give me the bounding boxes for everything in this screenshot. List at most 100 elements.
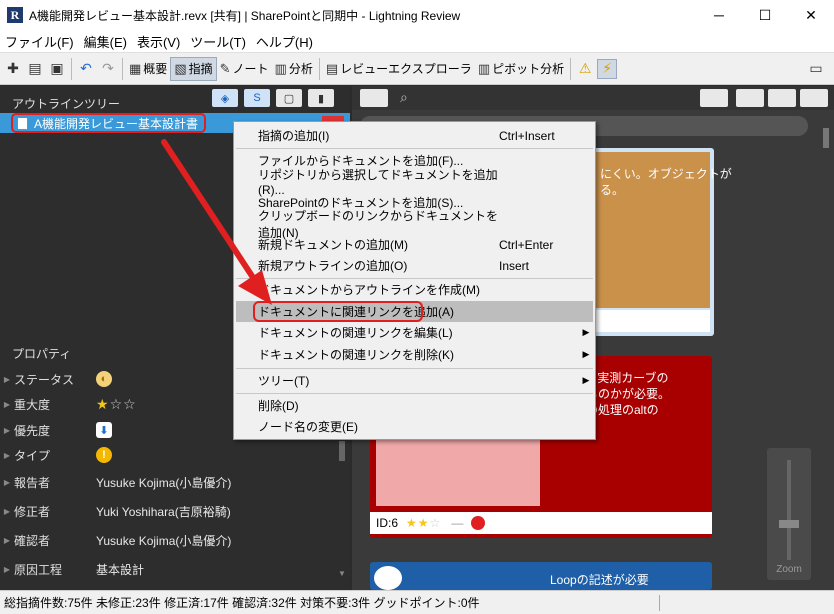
toolbar-separator	[122, 57, 123, 80]
status-total: 総指摘件数:75件	[4, 596, 93, 610]
ctx-label: 新規ドキュメントの追加(M)	[258, 238, 408, 252]
close-button[interactable]: ✕	[788, 0, 834, 30]
warning-icon[interactable]: ⚠	[575, 59, 595, 79]
expand-arrow-icon: ▶	[3, 374, 11, 384]
search-icon[interactable]: ⌕	[400, 89, 408, 106]
property-label: 優先度	[14, 423, 51, 438]
pivot-icon: ▥	[477, 60, 491, 76]
screenshot-icon[interactable]	[360, 89, 388, 107]
outline-filter-icon[interactable]: ◈	[212, 89, 238, 107]
ctx-rename-node[interactable]: ノード名の変更(E)	[236, 416, 593, 437]
status-goodpoint: グッドポイント:0件	[373, 596, 480, 610]
ctx-label: ドキュメントの関連リンクを削除(K)	[258, 348, 454, 362]
scrollbar-thumb[interactable]	[339, 441, 345, 461]
status-separator	[659, 595, 660, 611]
review-explorer-icon: ▤	[325, 60, 339, 76]
annotation-highlight-ring	[253, 301, 423, 322]
star-empty-icon: ☆	[123, 395, 137, 412]
outline-tools: ◈ S ▢ ▮	[212, 89, 340, 107]
open-folder-icon[interactable]: ▤	[25, 59, 45, 79]
card-stars: ★★☆	[406, 516, 441, 530]
cards-scrollbar[interactable]	[822, 126, 830, 586]
new-icon[interactable]: ✚	[3, 59, 23, 79]
toolbar-separator	[570, 57, 572, 80]
list-view-icon[interactable]	[768, 89, 796, 107]
star-filled-icon: ★	[406, 516, 418, 530]
notes-button[interactable]: ✎ ノート	[217, 57, 272, 81]
submenu-arrow-icon: ▶	[582, 375, 590, 385]
property-label: ステータス	[14, 372, 75, 387]
add-bookmark-icon[interactable]: ▮	[308, 89, 334, 107]
property-value: 基本設計	[96, 562, 145, 577]
expand-arrow-icon: ▶	[3, 450, 11, 460]
toolbar: ✚ ▤ ▣ ↶ ↷ ▦ 概要 ▧ 指摘 ✎ ノート ▥ 分析 ▤ レビューエクスプローラ …	[0, 53, 834, 85]
title-bar: R A機能開発レビュー基本設計.revx [共有] | SharePointと同…	[0, 0, 834, 30]
sharepoint-icon[interactable]: S	[244, 89, 270, 107]
properties-scrollbar[interactable]: ▼	[338, 431, 346, 581]
ctx-new-outline[interactable]: 新規アウトラインの追加(O) Insert	[236, 255, 593, 276]
zoom-knob[interactable]	[779, 520, 799, 528]
review-explorer-button[interactable]: ▤ レビューエクスプローラ	[323, 57, 475, 81]
ctx-label: 削除(D)	[258, 399, 299, 413]
menu-edit[interactable]: 編集(E)	[79, 32, 132, 51]
star-filled-icon: ★	[417, 516, 430, 530]
star-empty-icon: ☆	[109, 395, 124, 412]
menu-tools[interactable]: ツール(T)	[185, 32, 251, 51]
menu-bar: ファイル(F) 編集(E) 表示(V) ツール(T) ヘルプ(H)	[0, 30, 834, 53]
card-text: Loopの記述が必要	[550, 573, 649, 587]
ctx-add-from-clipboard[interactable]: クリップボードのリンクからドキュメントを追加(N)	[236, 209, 593, 240]
ctx-new-document[interactable]: 新規ドキュメントの追加(M) Ctrl+Enter	[236, 234, 593, 255]
property-value: !	[96, 447, 112, 463]
property-label: 報告者	[14, 475, 51, 490]
warning-lightning-icon[interactable]: ⚡	[597, 58, 618, 79]
ctx-delete-related-link[interactable]: ドキュメントの関連リンクを削除(K) ▶	[236, 344, 593, 365]
menu-help[interactable]: ヘルプ(H)	[251, 32, 318, 51]
add-document-icon[interactable]: ▢	[276, 89, 302, 107]
menu-file[interactable]: ファイル(F)	[0, 32, 79, 51]
ctx-shortcut: Ctrl+Insert	[499, 128, 555, 143]
ctx-label: 指摘の追加(I)	[258, 129, 330, 143]
property-label: 確認者	[14, 533, 51, 548]
analysis-button[interactable]: ▥ 分析	[272, 57, 316, 81]
redo-icon[interactable]: ↷	[98, 59, 118, 79]
save-icon[interactable]: ▣	[47, 59, 67, 79]
zoom-label: Zoom	[776, 564, 802, 575]
property-row-cause-phase[interactable]: ▶ 原因工程 基本設計	[0, 557, 340, 581]
property-value: Yuki Yoshihara(吉原裕騎)	[96, 504, 231, 519]
toolbar-separator	[318, 57, 320, 80]
menu-view[interactable]: 表示(V)	[132, 32, 185, 51]
scroll-down-icon[interactable]: ▼	[338, 569, 346, 578]
ctx-delete[interactable]: 削除(D)	[236, 395, 593, 416]
ctx-separator	[236, 368, 593, 369]
finding-card[interactable]: Loopの記述が必要	[370, 562, 712, 590]
property-row-reporter[interactable]: ▶ 報告者 Yusuke Kojima(小島優介)	[0, 470, 340, 494]
scrollbar-thumb[interactable]	[823, 128, 829, 148]
maximize-button[interactable]: ☐	[742, 0, 788, 30]
findings-button[interactable]: ▧ 指摘	[170, 56, 217, 81]
card-text: にくい。オブジェクトが る。	[600, 167, 732, 197]
panel-view-icon[interactable]	[800, 89, 828, 107]
comment-icon[interactable]: ▭	[806, 59, 826, 79]
fit-view-icon[interactable]	[700, 89, 728, 107]
property-label: 重大度	[14, 397, 51, 412]
ctx-shortcut: Ctrl+Enter	[499, 237, 554, 252]
pivot-analysis-button[interactable]: ▥ ピボット分析	[475, 57, 567, 81]
minimize-button[interactable]: ─	[696, 0, 742, 30]
ctx-create-outline-from-doc[interactable]: ドキュメントからアウトラインを作成(M)	[236, 279, 593, 300]
property-row-fixer[interactable]: ▶ 修正者 Yuki Yoshihara(吉原裕騎)	[0, 499, 340, 523]
submenu-arrow-icon: ▶	[582, 349, 590, 359]
ctx-edit-related-link[interactable]: ドキュメントの関連リンクを編集(L) ▶	[236, 322, 593, 343]
ctx-tree[interactable]: ツリー(T) ▶	[236, 370, 593, 391]
property-value: ⬇	[96, 422, 112, 438]
card-view-icon[interactable]	[736, 89, 764, 107]
property-row-confirmer[interactable]: ▶ 確認者 Yusuke Kojima(小島優介)	[0, 528, 340, 552]
ctx-add-from-repository[interactable]: リポジトリから選択してドキュメントを追加(R)...	[236, 168, 593, 197]
property-value: Yusuke Kojima(小島優介)	[96, 475, 232, 490]
zoom-slider[interactable]: Zoom	[767, 448, 811, 580]
ctx-label: ドキュメントの関連リンクを編集(L)	[258, 326, 453, 340]
card-footer: ID:6 ★★☆ —	[370, 512, 712, 534]
undo-icon[interactable]: ↶	[76, 59, 96, 79]
overview-button[interactable]: ▦ 概要	[126, 57, 170, 81]
ctx-add-finding[interactable]: 指摘の追加(I) Ctrl+Insert	[236, 125, 593, 146]
property-row-type[interactable]: ▶ タイプ !	[0, 443, 340, 467]
